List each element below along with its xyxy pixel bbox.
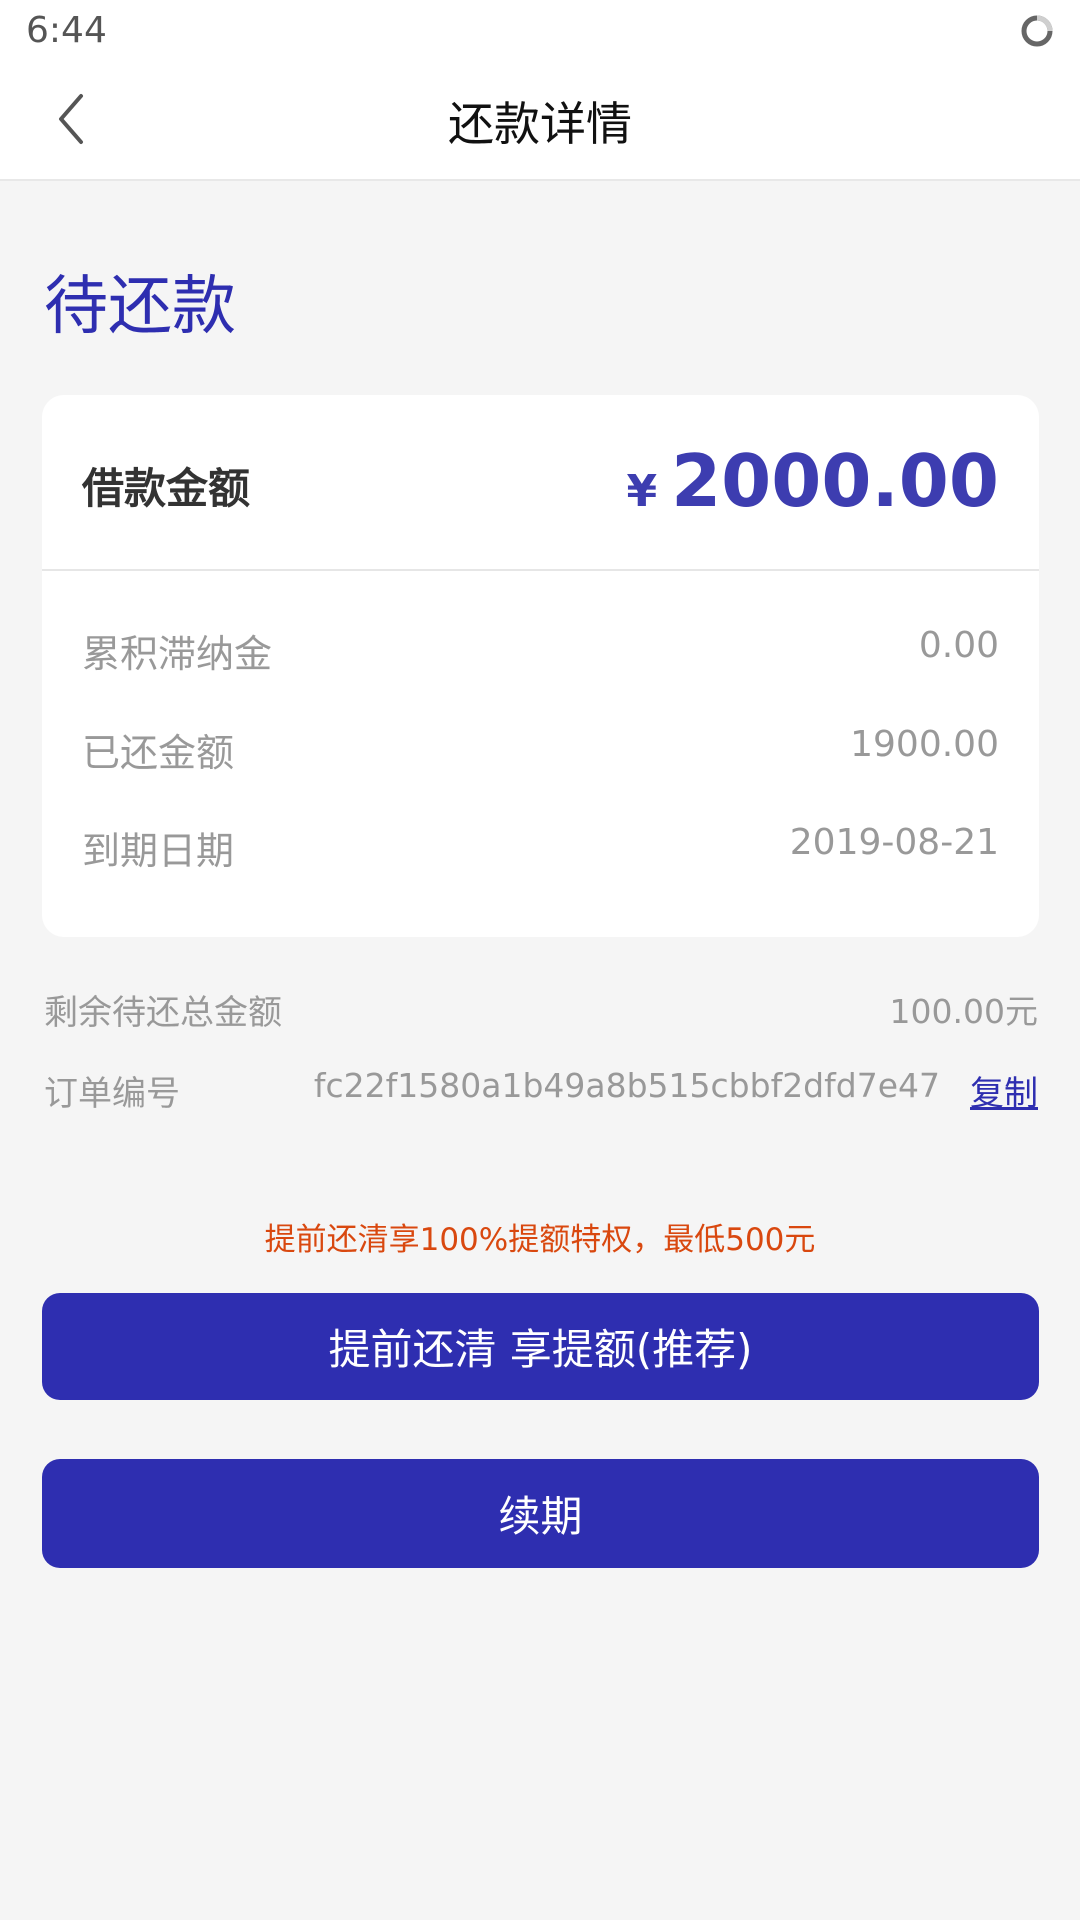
loan-detail-card: 借款金额 ¥2000.00 累积滞纳金 0.00 已还金额 1900.00 到期… <box>42 395 1039 937</box>
late-fee-value: 0.00 <box>918 625 999 666</box>
loan-amount-label: 借款金额 <box>82 464 251 513</box>
detail-row-late-fee: 累积滞纳金 0.00 <box>82 623 999 683</box>
status-bar: 6:44 <box>0 0 1080 64</box>
remaining-total-value: 100.00元 <box>889 992 1038 1031</box>
loan-amount-value: 2000.00 <box>671 439 999 523</box>
detail-row-due-date: 到期日期 2019-08-21 <box>82 820 999 880</box>
card-header: 借款金额 ¥2000.00 <box>42 395 1039 571</box>
due-date-label: 到期日期 <box>82 829 235 873</box>
repaid-label: 已还金额 <box>82 731 235 775</box>
page-title: 还款详情 <box>448 97 632 151</box>
loan-amount: ¥2000.00 <box>626 439 999 523</box>
renew-button[interactable]: 续期 <box>42 1459 1039 1568</box>
late-fee-label: 累积滞纳金 <box>82 632 273 676</box>
currency-symbol: ¥ <box>626 466 658 517</box>
loading-ring-icon <box>1020 14 1054 48</box>
section-heading: 待还款 <box>44 270 236 344</box>
due-date-value: 2019-08-21 <box>789 822 999 863</box>
copy-link[interactable]: 复制 <box>970 1066 1038 1115</box>
status-time: 6:44 <box>26 10 107 51</box>
detail-row-repaid: 已还金额 1900.00 <box>82 722 999 782</box>
nav-bar: 还款详情 <box>0 64 1080 181</box>
repaid-value: 1900.00 <box>850 724 999 765</box>
remaining-total-label: 剩余待还总金额 <box>44 993 282 1033</box>
promo-text: 提前还清享100%提额特权，最低500元 <box>264 1222 816 1258</box>
remaining-total-row: 剩余待还总金额 100.00元 <box>44 985 1038 1035</box>
order-number-value: fc22f1580a1b49a8b515cbbf2dfd7e47 <box>313 1066 940 1105</box>
repay-early-button[interactable]: 提前还清 享提额(推荐) <box>42 1293 1039 1400</box>
order-number-label: 订单编号 <box>44 1074 180 1114</box>
order-number-row: 订单编号 fc22f1580a1b49a8b515cbbf2dfd7e47 复制 <box>44 1066 1038 1116</box>
